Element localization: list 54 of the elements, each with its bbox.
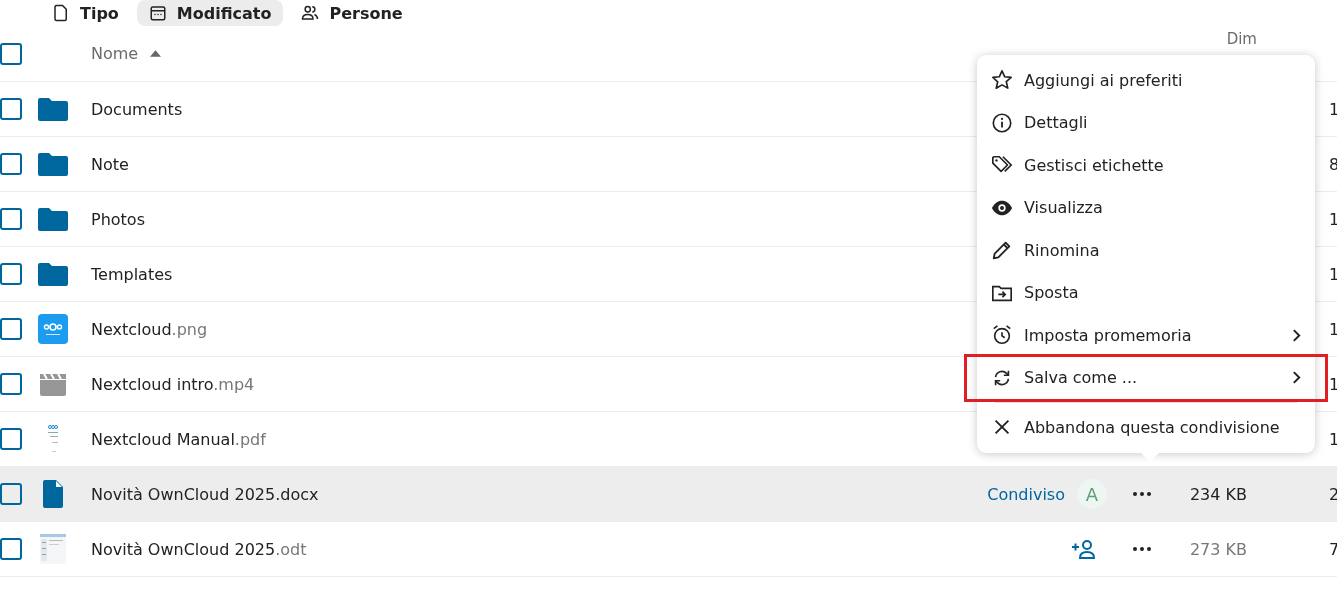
file-size: 234 KB (1188, 484, 1247, 504)
document-thumbnail-icon (38, 534, 68, 564)
filter-chip[interactable]: Modificato (136, 0, 284, 26)
add-person-icon[interactable] (1071, 539, 1097, 559)
file-name[interactable]: Nextcloud.png (91, 319, 971, 339)
file-icon (52, 4, 70, 22)
filter-chip[interactable]: Persone (289, 0, 415, 26)
row-checkbox[interactable] (0, 263, 22, 285)
calendar-icon (148, 4, 167, 22)
sort-ascending-icon (150, 50, 162, 57)
file-name[interactable]: Novità OwnCloud 2025.odt (91, 539, 971, 559)
table-cell: 1 (1329, 374, 1337, 394)
menu-item[interactable]: Salva come ... (977, 356, 1315, 399)
file-row[interactable]: Novità OwnCloud 2025.odt 273 KB 7 (0, 522, 1337, 577)
file-name[interactable]: Documents (91, 99, 971, 119)
row-checkbox[interactable] (0, 318, 22, 340)
info-icon (991, 111, 1013, 134)
name-column-header[interactable]: Nome (91, 44, 162, 63)
row-checkbox[interactable] (0, 483, 22, 505)
row-checkbox[interactable] (0, 538, 22, 560)
pencil-icon (991, 239, 1013, 262)
file-name[interactable]: Templates (91, 264, 971, 284)
row-checkbox[interactable] (0, 208, 22, 230)
menu-item[interactable]: Gestisci etichette (977, 144, 1315, 187)
menu-item[interactable]: Imposta promemoria (977, 314, 1315, 357)
people-icon (301, 4, 320, 22)
file-name[interactable]: Nextcloud intro.mp4 (91, 374, 971, 394)
avatar: A (1077, 479, 1107, 509)
star-icon (991, 69, 1013, 92)
logo-icon (38, 314, 68, 344)
alarm-clock-icon (991, 324, 1013, 347)
table-cell: 1 (1329, 429, 1337, 449)
size-column-header[interactable]: Dim (1226, 30, 1257, 48)
select-all-checkbox[interactable] (0, 42, 22, 65)
row-checkbox[interactable] (0, 153, 22, 175)
table-cell: 1 (1329, 319, 1337, 339)
table-cell: 1 (1329, 99, 1337, 119)
row-checkbox[interactable] (0, 98, 22, 120)
row-checkbox[interactable] (0, 373, 22, 395)
file-size: 273 KB (1188, 539, 1247, 559)
row-checkbox[interactable] (0, 428, 22, 450)
more-actions-icon[interactable] (1133, 547, 1151, 551)
file-name[interactable]: Note (91, 154, 971, 174)
file-row[interactable]: Novità OwnCloud 2025.docx Condiviso A 234 KB 2 (0, 467, 1337, 522)
table-cell: 1 (1329, 264, 1337, 284)
table-cell: 7 (1329, 539, 1337, 559)
table-cell: 2 (1329, 484, 1337, 504)
more-actions-icon[interactable] (1133, 492, 1151, 496)
file-name[interactable]: Novità OwnCloud 2025.docx (91, 484, 971, 504)
share-status[interactable]: Condiviso (987, 484, 1065, 504)
file-name[interactable]: Nextcloud Manual.pdf (91, 429, 971, 449)
filter-chip[interactable]: Tipo (40, 0, 131, 26)
file-name[interactable]: Photos (91, 209, 971, 229)
table-cell: 1 (1329, 209, 1337, 229)
